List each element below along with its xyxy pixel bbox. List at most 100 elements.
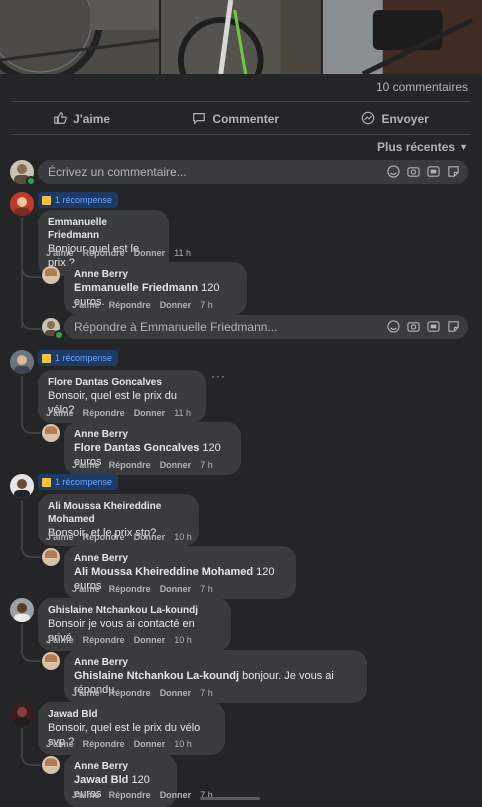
thumbs-up-icon (53, 111, 68, 128)
reply-link[interactable]: Répondre (83, 739, 125, 749)
reply-link[interactable]: Répondre (83, 532, 125, 542)
avatar[interactable] (10, 192, 34, 216)
sticker-icon[interactable] (447, 165, 460, 178)
give-link[interactable]: Donner (160, 790, 192, 800)
comment-button[interactable]: Commenter (192, 111, 279, 128)
bike-photo-1[interactable] (0, 0, 160, 74)
comment-count[interactable]: 10 commentaires (376, 80, 468, 94)
thread-curve (21, 262, 41, 278)
timestamp[interactable]: 10 h (174, 635, 192, 645)
give-link[interactable]: Donner (134, 532, 166, 542)
like-link[interactable]: J'aime (72, 460, 100, 470)
timestamp[interactable]: 7 h (200, 460, 213, 470)
avatar[interactable] (42, 266, 60, 284)
avatar[interactable] (42, 548, 60, 566)
mention[interactable]: Flore Dantas Goncalves (74, 442, 199, 454)
gif-icon[interactable] (427, 320, 440, 333)
give-link[interactable]: Donner (134, 248, 166, 258)
like-link[interactable]: J'aime (46, 532, 74, 542)
bike-photo-2[interactable] (161, 0, 321, 74)
timestamp[interactable]: 7 h (200, 584, 213, 594)
comment-actions: J'aime Répondre Donner 10 h (46, 635, 192, 645)
thread-curve (21, 542, 41, 558)
emoji-icon[interactable] (387, 320, 400, 333)
give-link[interactable]: Donner (134, 739, 166, 749)
like-link[interactable]: J'aime (72, 300, 100, 310)
timestamp[interactable]: 11 h (174, 408, 191, 418)
give-link[interactable]: Donner (134, 635, 166, 645)
mention[interactable]: Ali Moussa Kheireddine Mohamed (74, 566, 253, 578)
like-link[interactable]: J'aime (46, 248, 74, 258)
gif-icon[interactable] (427, 165, 440, 178)
chevron-down-icon: ▼ (459, 142, 468, 152)
timestamp[interactable]: 11 h (174, 248, 191, 258)
comment-author[interactable]: Flore Dantas Goncalves (48, 376, 196, 389)
online-indicator (54, 330, 64, 340)
sort-dropdown[interactable]: Plus récentes ▼ (377, 140, 468, 154)
avatar[interactable] (10, 702, 34, 726)
reply-input[interactable]: Répondre à Emmanuelle Friedmann... (64, 315, 468, 339)
like-link[interactable]: J'aime (46, 739, 74, 749)
give-link[interactable]: Donner (160, 300, 192, 310)
avatar[interactable] (42, 652, 60, 670)
mention[interactable]: Ghislaine Ntchankou La-koundj (74, 670, 239, 682)
mention[interactable]: Emmanuelle Friedmann (74, 282, 198, 294)
reply-actions: J'aime Répondre Donner 7 h (72, 300, 213, 310)
bike-photo-3[interactable] (322, 0, 482, 74)
give-link[interactable]: Donner (160, 688, 192, 698)
reply-link[interactable]: Répondre (109, 688, 151, 698)
reply-author[interactable]: Anne Berry (74, 428, 231, 441)
send-button[interactable]: Envoyer (361, 111, 429, 128)
avatar[interactable] (42, 756, 60, 774)
timestamp[interactable]: 7 h (200, 300, 213, 310)
avatar[interactable] (10, 350, 34, 374)
avatar[interactable] (42, 424, 60, 442)
gift-icon (42, 353, 51, 363)
reward-badge[interactable]: 1 récompense (38, 192, 119, 208)
reply-link[interactable]: Répondre (83, 635, 125, 645)
avatar[interactable] (10, 598, 34, 622)
reply-author[interactable]: Anne Berry (74, 656, 357, 669)
reply-link[interactable]: Répondre (109, 584, 151, 594)
like-button[interactable]: J'aime (53, 111, 110, 128)
comment-input[interactable]: Écrivez un commentaire... (38, 160, 468, 184)
emoji-icon[interactable] (387, 165, 400, 178)
camera-icon[interactable] (407, 165, 420, 178)
give-link[interactable]: Donner (160, 460, 192, 470)
thread-line (21, 624, 23, 646)
comment-author[interactable]: Jawad Bld (48, 708, 215, 721)
comment-author[interactable]: Ghislaine Ntchankou La-koundj (48, 604, 221, 617)
comment-author[interactable]: Ali Moussa Kheireddine Mohamed (48, 500, 189, 526)
like-link[interactable]: J'aime (72, 584, 100, 594)
mention[interactable]: Jawad Bld (74, 774, 128, 786)
like-link[interactable]: J'aime (46, 635, 74, 645)
like-label: J'aime (73, 112, 111, 126)
reply-author[interactable]: Anne Berry (74, 760, 167, 773)
reply-link[interactable]: Répondre (83, 248, 125, 258)
post-actions: J'aime Commenter Envoyer (12, 106, 470, 132)
timestamp[interactable]: 10 h (174, 532, 192, 542)
reward-badge[interactable]: 1 récompense (38, 474, 119, 490)
reply-author[interactable]: Anne Berry (74, 268, 237, 281)
reply-link[interactable]: Répondre (109, 460, 151, 470)
like-link[interactable]: J'aime (46, 408, 74, 418)
reply-link[interactable]: Répondre (109, 300, 151, 310)
reward-badge[interactable]: 1 récompense (38, 350, 119, 366)
timestamp[interactable]: 10 h (174, 739, 192, 749)
gift-icon (42, 477, 51, 487)
reply-author[interactable]: Anne Berry (74, 552, 286, 565)
give-link[interactable]: Donner (160, 584, 192, 594)
give-link[interactable]: Donner (134, 408, 166, 418)
sticker-icon[interactable] (447, 320, 460, 333)
timestamp[interactable]: 7 h (200, 688, 213, 698)
comment-actions: J'aime Répondre Donner 11 h (46, 408, 191, 418)
like-link[interactable]: J'aime (72, 790, 100, 800)
like-link[interactable]: J'aime (72, 688, 100, 698)
more-options-icon[interactable]: ··· (211, 369, 226, 383)
thread-curve (21, 314, 41, 330)
reply-link[interactable]: Répondre (109, 790, 151, 800)
comment-author[interactable]: Emmanuelle Friedmann (48, 216, 159, 242)
reply-link[interactable]: Répondre (83, 408, 125, 418)
camera-icon[interactable] (407, 320, 420, 333)
avatar[interactable] (10, 474, 34, 498)
